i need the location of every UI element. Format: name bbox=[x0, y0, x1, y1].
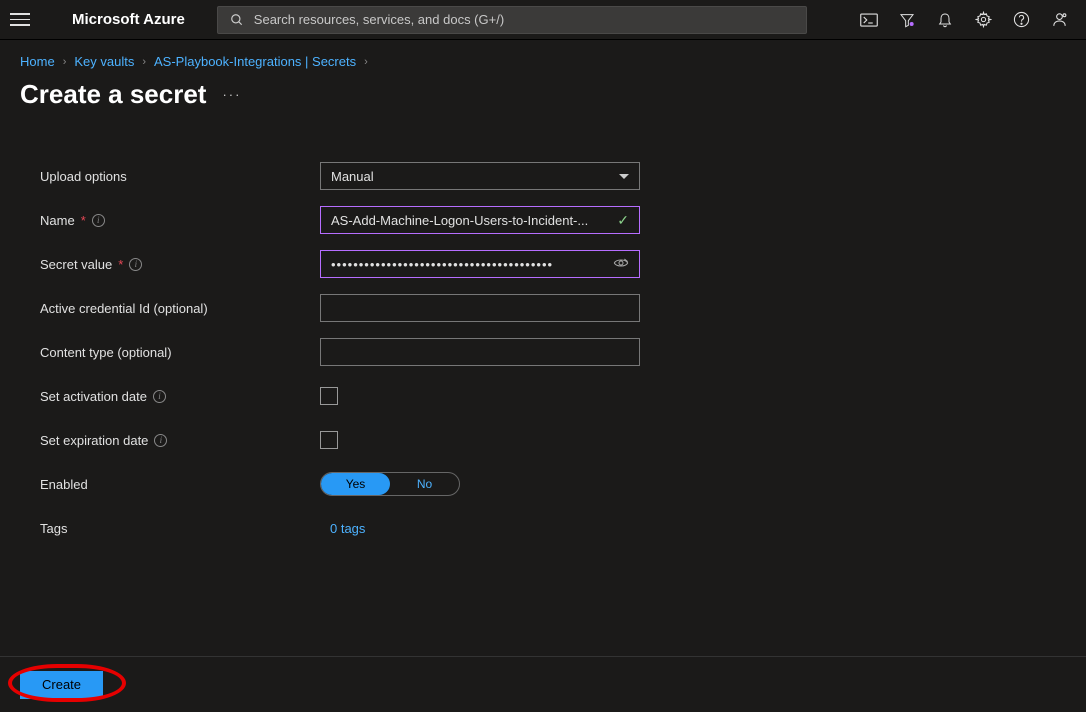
check-icon: ✓ bbox=[617, 212, 629, 229]
set-activation-date-checkbox[interactable] bbox=[320, 387, 338, 405]
enabled-toggle[interactable]: Yes No bbox=[320, 472, 460, 496]
set-activation-date-label: Set activation date bbox=[40, 389, 147, 404]
info-icon[interactable]: i bbox=[154, 434, 167, 447]
upload-options-label: Upload options bbox=[40, 169, 320, 184]
enabled-yes[interactable]: Yes bbox=[321, 473, 390, 495]
create-button[interactable]: Create bbox=[20, 671, 103, 699]
page-header: Create a secret ··· bbox=[0, 75, 1086, 134]
name-input[interactable]: AS-Add-Machine-Logon-Users-to-Incident-.… bbox=[320, 206, 640, 234]
settings-icon[interactable] bbox=[974, 11, 992, 29]
upload-options-select[interactable]: Manual bbox=[320, 162, 640, 190]
info-icon[interactable]: i bbox=[153, 390, 166, 403]
notifications-icon[interactable] bbox=[936, 11, 954, 29]
more-actions-icon[interactable]: ··· bbox=[222, 87, 241, 102]
content-type-input[interactable] bbox=[320, 338, 640, 366]
breadcrumb-home[interactable]: Home bbox=[20, 54, 55, 69]
enabled-no[interactable]: No bbox=[390, 473, 459, 495]
top-bar: Microsoft Azure bbox=[0, 0, 1086, 40]
chevron-right-icon: › bbox=[364, 56, 368, 68]
tags-label: Tags bbox=[40, 521, 320, 536]
name-value: AS-Add-Machine-Logon-Users-to-Incident-.… bbox=[331, 213, 588, 228]
bottom-action-bar: Create bbox=[0, 656, 1086, 712]
chevron-right-icon: › bbox=[142, 56, 146, 68]
brand-label: Microsoft Azure bbox=[72, 11, 185, 28]
secret-value-label: Secret value bbox=[40, 257, 112, 272]
filter-icon[interactable] bbox=[898, 11, 916, 29]
feedback-icon[interactable] bbox=[1050, 11, 1068, 29]
breadcrumb-secrets[interactable]: AS-Playbook-Integrations | Secrets bbox=[154, 54, 356, 69]
breadcrumb: Home › Key vaults › AS-Playbook-Integrat… bbox=[0, 40, 1086, 75]
info-icon[interactable]: i bbox=[92, 214, 105, 227]
search-icon bbox=[228, 11, 246, 29]
topbar-actions bbox=[860, 11, 1076, 29]
upload-options-value: Manual bbox=[331, 169, 374, 184]
content-type-label: Content type (optional) bbox=[40, 345, 320, 360]
secret-value-mask: •••••••••••••••••••••••••••••••••••••••• bbox=[331, 257, 553, 272]
breadcrumb-keyvaults[interactable]: Key vaults bbox=[74, 54, 134, 69]
chevron-down-icon bbox=[619, 174, 629, 179]
set-expiration-date-label: Set expiration date bbox=[40, 433, 148, 448]
global-search[interactable] bbox=[217, 6, 807, 34]
tags-link[interactable]: 0 tags bbox=[320, 521, 365, 536]
help-icon[interactable] bbox=[1012, 11, 1030, 29]
reveal-password-icon[interactable] bbox=[613, 256, 629, 272]
name-label: Name bbox=[40, 213, 75, 228]
info-icon[interactable]: i bbox=[129, 258, 142, 271]
required-indicator: * bbox=[81, 213, 86, 228]
search-input[interactable] bbox=[254, 12, 796, 27]
menu-icon[interactable] bbox=[10, 13, 30, 26]
create-secret-form: Upload options Manual Name * i AS-Add-Ma… bbox=[0, 134, 1086, 570]
enabled-label: Enabled bbox=[40, 477, 320, 492]
required-indicator: * bbox=[118, 257, 123, 272]
cloud-shell-icon[interactable] bbox=[860, 11, 878, 29]
active-credential-id-label: Active credential Id (optional) bbox=[40, 301, 320, 316]
set-expiration-date-checkbox[interactable] bbox=[320, 431, 338, 449]
active-credential-id-input[interactable] bbox=[320, 294, 640, 322]
secret-value-input[interactable]: •••••••••••••••••••••••••••••••••••••••• bbox=[320, 250, 640, 278]
page-title: Create a secret bbox=[20, 79, 206, 110]
chevron-right-icon: › bbox=[63, 56, 67, 68]
